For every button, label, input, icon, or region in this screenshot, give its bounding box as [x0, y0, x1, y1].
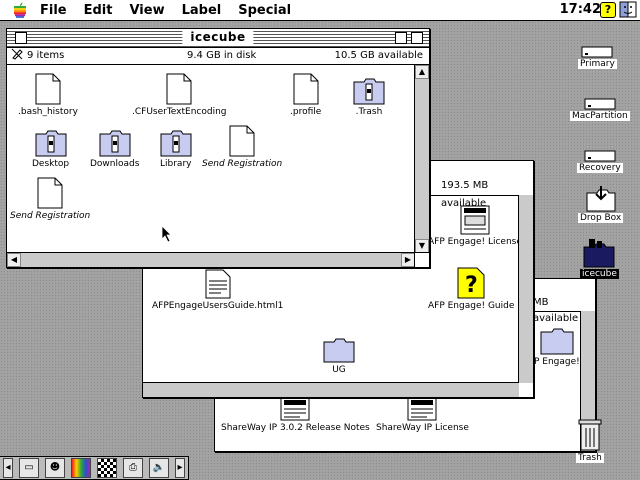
drop-box-icon-item[interactable]: Drop Box	[578, 186, 624, 223]
document-icon	[166, 73, 192, 105]
color-depth-icon[interactable]	[71, 458, 91, 478]
folder-item[interactable]: Library	[159, 129, 193, 169]
window-content: .bash_history .CFUserTextEncoding .profi…	[7, 65, 415, 253]
server-volume-icecube[interactable]: icecube	[580, 238, 619, 279]
menu-label[interactable]: Label	[182, 3, 222, 18]
available-space: 10.5 GB available	[334, 50, 423, 61]
afp-guide-item[interactable]: ? AFP Engage! Guide	[427, 267, 516, 311]
locked-folder-icon	[35, 130, 67, 157]
sound-icon[interactable]: 🔈	[149, 458, 169, 478]
window-titlebar[interactable]: icecube	[7, 29, 429, 48]
locked-folder-icon	[160, 130, 192, 157]
window-title: icecube	[182, 30, 254, 44]
resize-box[interactable]	[414, 252, 429, 267]
help-menu-icon[interactable]: ?	[600, 2, 616, 18]
folder-icon	[323, 338, 355, 363]
folder-item[interactable]: Downloads	[89, 129, 141, 169]
item-count: 9 items	[27, 50, 65, 61]
menu-clock[interactable]: 17:42	[560, 2, 601, 17]
collapse-box[interactable]	[411, 32, 423, 44]
mouse-cursor-icon	[161, 225, 172, 243]
document-icon	[229, 125, 255, 157]
file-item[interactable]: .CFUserTextEncoding	[131, 73, 228, 117]
vertical-scrollbar[interactable]	[518, 195, 533, 383]
zoom-box[interactable]	[395, 32, 407, 44]
svg-text:?: ?	[465, 273, 478, 298]
afp-license-item[interactable]: AFP Engage! License	[427, 205, 523, 247]
document-icon	[37, 177, 63, 209]
hard-disk-icon	[584, 150, 616, 162]
disk-usage: 9.4 GB in disk	[187, 50, 257, 61]
afp-users-guide-item[interactable]: AFPEngageUsersGuide.html1	[151, 269, 285, 311]
disk-icon-macpartition[interactable]: MacPartition	[570, 98, 630, 121]
window-icecube[interactable]: icecube 9 items 9.4 GB in disk 10.5 GB a…	[6, 28, 430, 268]
server-folder-icon	[583, 239, 615, 268]
hard-disk-icon	[584, 98, 616, 110]
document-icon	[35, 73, 61, 105]
locked-folder-icon	[353, 78, 385, 105]
file-item[interactable]: .bash_history	[17, 73, 79, 117]
horizontal-scrollbar[interactable]	[143, 382, 519, 397]
horizontal-scrollbar[interactable]: ◀ ▶	[7, 252, 415, 267]
scroll-left-arrow-icon[interactable]: ◀	[7, 253, 21, 267]
disk-icon-recovery[interactable]: Recovery	[577, 150, 623, 173]
release-notes-item[interactable]: ShareWay IP 3.0.2 Release Notes	[220, 397, 371, 433]
folder-item[interactable]: Desktop	[31, 129, 71, 169]
monitor-icon[interactable]: ▭	[19, 458, 39, 478]
window-info-bar: 9 items 9.4 GB in disk 10.5 GB available	[7, 48, 429, 65]
html-document-icon	[205, 269, 231, 299]
scroll-right-arrow-icon[interactable]: ▶	[401, 253, 415, 267]
scroll-up-arrow-icon[interactable]: ▲	[415, 65, 429, 79]
trash-icon	[578, 419, 602, 451]
file-item[interactable]: Send Registration	[9, 177, 92, 221]
ug-folder-item[interactable]: UG	[323, 337, 355, 375]
resolution-icon[interactable]	[97, 458, 117, 478]
strip-scroll-left-icon[interactable]: ◂	[3, 458, 13, 478]
scroll-down-arrow-icon[interactable]: ▼	[415, 239, 429, 253]
menu-bar: File Edit View Label Special 17:42 ?	[0, 0, 640, 21]
license-icon	[460, 205, 490, 235]
document-icon	[407, 397, 437, 421]
vertical-scrollbar[interactable]: ▲ ▼	[414, 65, 429, 253]
menu-special[interactable]: Special	[238, 3, 291, 18]
license-item[interactable]: ShareWay IP License	[375, 397, 470, 433]
file-sharing-icon[interactable]: ☻	[45, 458, 65, 478]
no-write-icon	[11, 48, 23, 66]
trash-icon-item[interactable]: Trash	[576, 418, 604, 463]
disk-icon-primary[interactable]: Primary	[578, 46, 617, 69]
file-item[interactable]: .profile	[289, 73, 323, 117]
control-strip[interactable]: ◂ ▭ ☻ ⎙ 🔈 ▸	[0, 456, 189, 480]
document-icon	[280, 397, 310, 421]
finder-application-icon[interactable]	[619, 1, 637, 18]
drop-box-folder-icon	[586, 186, 616, 212]
hard-disk-icon	[581, 46, 613, 58]
locked-folder-icon	[99, 130, 131, 157]
strip-scroll-right-icon[interactable]: ▸	[175, 458, 185, 478]
help-guide-icon: ?	[457, 267, 485, 299]
apple-menu-icon[interactable]	[12, 2, 30, 18]
folder-item[interactable]: .Trash	[353, 77, 385, 117]
file-item[interactable]: Send Registration	[201, 125, 284, 169]
menu-view[interactable]: View	[129, 3, 164, 18]
menu-file[interactable]: File	[40, 3, 67, 18]
folder-icon-item[interactable]: P Engage!	[533, 327, 581, 367]
menu-edit[interactable]: Edit	[84, 3, 113, 18]
document-icon	[293, 73, 319, 105]
folder-icon	[540, 328, 574, 355]
printer-icon[interactable]: ⎙	[123, 458, 143, 478]
close-box[interactable]	[15, 32, 27, 44]
